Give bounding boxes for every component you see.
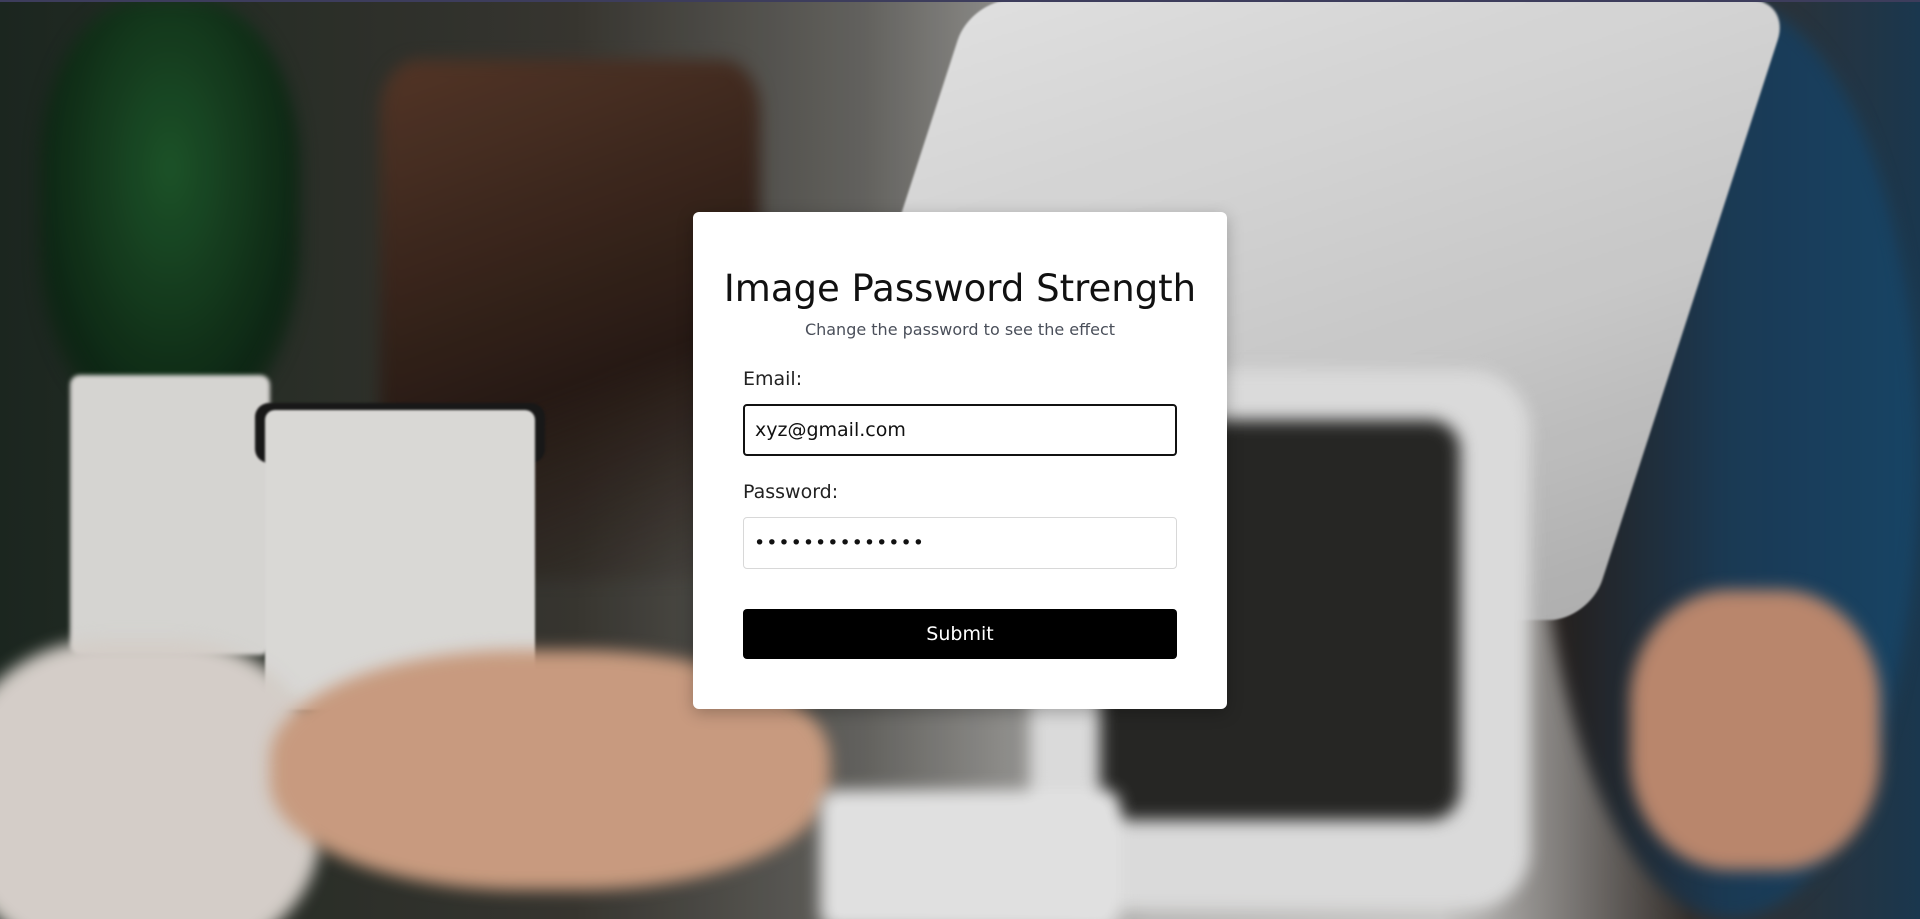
page-title: Image Password Strength (723, 267, 1197, 310)
login-card: Image Password Strength Change the passw… (693, 212, 1227, 709)
password-label: Password: (743, 481, 839, 503)
page-subtitle: Change the password to see the effect (804, 320, 1116, 339)
email-field[interactable] (743, 404, 1177, 456)
password-field[interactable] (743, 517, 1177, 569)
submit-button[interactable]: Submit (743, 609, 1177, 659)
email-label: Email: (743, 368, 803, 390)
top-border-line (0, 0, 1920, 2)
